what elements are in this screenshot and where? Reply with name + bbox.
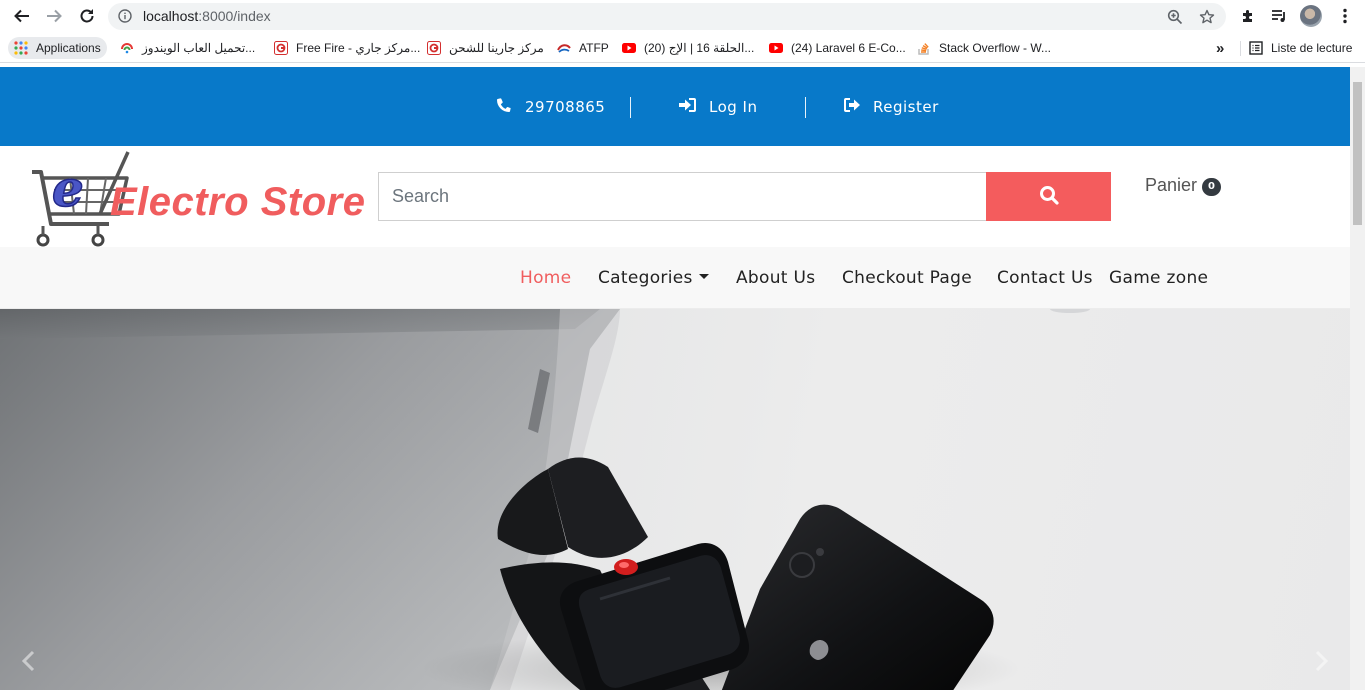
apps-grid-icon	[14, 41, 28, 55]
page-scrollbar[interactable]	[1350, 67, 1365, 690]
browser-toolbar: localhost:8000/index	[0, 0, 1365, 33]
garena-icon	[274, 41, 288, 55]
bookmark-star-icon[interactable]	[1197, 7, 1217, 27]
top-info-bar: 29708865 Log In Register	[0, 67, 1350, 146]
cart-label: Panier	[1145, 175, 1198, 195]
media-control-icon[interactable]	[1268, 5, 1290, 27]
reading-list-icon	[1249, 41, 1263, 55]
bookmark-label: Stack Overflow - W...	[939, 41, 1052, 55]
reading-list-button[interactable]: Liste de lecture	[1249, 37, 1352, 59]
search-button[interactable]	[986, 172, 1111, 221]
topbar-divider	[630, 97, 631, 118]
bookmark-atfp[interactable]: ATFP	[557, 37, 609, 59]
sign-in-icon	[678, 97, 697, 117]
nav-home[interactable]: Home	[520, 268, 571, 288]
carousel-next-icon[interactable]	[1310, 649, 1334, 673]
more-bookmarks-label: »	[1216, 39, 1225, 57]
bookmark-youtube-episode[interactable]: (20) الحلقة 16 | الإج...	[622, 37, 754, 59]
bookmark-label: Free Fire - مركز جاري...	[296, 41, 421, 55]
svg-text:e: e	[52, 159, 84, 218]
bookmark-divider	[1240, 41, 1241, 56]
nav-game-zone[interactable]: Game zone	[1109, 268, 1208, 288]
site-favicon	[120, 41, 134, 55]
garena-icon	[427, 41, 441, 55]
youtube-icon	[622, 41, 636, 55]
bookmark-label: ATFP	[579, 41, 609, 55]
zoom-icon[interactable]	[1165, 7, 1185, 27]
register-link[interactable]: Register	[843, 97, 939, 117]
caret-down-icon	[698, 274, 709, 279]
bookmarks-bar: Applications تحميل العاب الويندوز... Fre…	[0, 33, 1365, 63]
scrollbar-thumb[interactable]	[1353, 82, 1362, 225]
phone-icon	[495, 96, 513, 118]
bookmark-label: (20) الحلقة 16 | الإج...	[644, 41, 755, 55]
bookmark-stack-overflow[interactable]: Stack Overflow - W...	[917, 37, 1051, 59]
profile-avatar[interactable]	[1300, 5, 1322, 27]
hero-carousel	[0, 309, 1350, 690]
bookmark-garena-topup[interactable]: مركز جارينا للشحن	[427, 37, 544, 59]
url-path: :8000/index	[198, 8, 271, 24]
nav-checkout-page[interactable]: Checkout Page	[842, 268, 972, 288]
login-link[interactable]: Log In	[678, 97, 758, 117]
phone-link[interactable]: 29708865	[495, 97, 605, 117]
url-text: localhost:8000/index	[143, 8, 271, 24]
youtube-icon	[769, 41, 783, 55]
nav-about-us[interactable]: About Us	[736, 268, 815, 288]
back-icon[interactable]	[10, 4, 34, 28]
reading-list-label: Liste de lecture	[1271, 41, 1353, 55]
bookmark-laravel[interactable]: (24) Laravel 6 E-Co...	[769, 37, 906, 59]
nav-categories-label: Categories	[598, 268, 693, 288]
cart-link[interactable]: Panier 0	[1145, 175, 1221, 196]
bookmark-label: Applications	[36, 41, 101, 55]
site-info-icon[interactable]	[118, 9, 132, 27]
atfp-icon	[557, 41, 571, 55]
login-label: Log In	[709, 98, 758, 116]
bookmark-free-fire[interactable]: Free Fire - مركز جاري...	[274, 37, 420, 59]
bookmark-label: (24) Laravel 6 E-Co...	[791, 41, 906, 55]
stackoverflow-icon	[917, 41, 931, 55]
address-bar[interactable]: localhost:8000/index	[108, 3, 1226, 30]
search-input[interactable]	[378, 172, 986, 221]
sign-out-icon	[843, 97, 861, 117]
bookmark-applications[interactable]: Applications	[8, 37, 107, 59]
nav-contact-us[interactable]: Contact Us	[997, 268, 1093, 288]
web-page: 29708865 Log In Register e Electro Store…	[0, 67, 1350, 690]
extensions-icon[interactable]	[1237, 5, 1259, 27]
site-header: e Electro Store Panier 0	[0, 146, 1350, 247]
main-navbar: Home Categories About Us Checkout Page C…	[0, 247, 1350, 309]
phone-number: 29708865	[525, 98, 606, 116]
site-logo-text[interactable]: Electro Store	[110, 180, 365, 225]
bookmark-windows-games[interactable]: تحميل العاب الويندوز...	[120, 37, 255, 59]
bookmark-label: تحميل العاب الويندوز...	[142, 41, 256, 55]
nav-categories-dropdown[interactable]: Categories	[598, 268, 709, 288]
search-icon	[1039, 185, 1059, 208]
carousel-prev-icon[interactable]	[16, 649, 40, 673]
more-bookmarks-button[interactable]: »	[1216, 37, 1224, 59]
cart-count-badge: 0	[1202, 177, 1221, 196]
menu-kebab-icon[interactable]	[1334, 5, 1356, 27]
url-host: localhost	[143, 8, 199, 24]
hero-product-image	[0, 309, 1090, 690]
register-label: Register	[873, 98, 939, 116]
bookmark-label: مركز جارينا للشحن	[449, 41, 544, 55]
reload-icon[interactable]	[75, 4, 99, 28]
topbar-divider	[805, 97, 806, 118]
forward-icon[interactable]	[42, 4, 66, 28]
